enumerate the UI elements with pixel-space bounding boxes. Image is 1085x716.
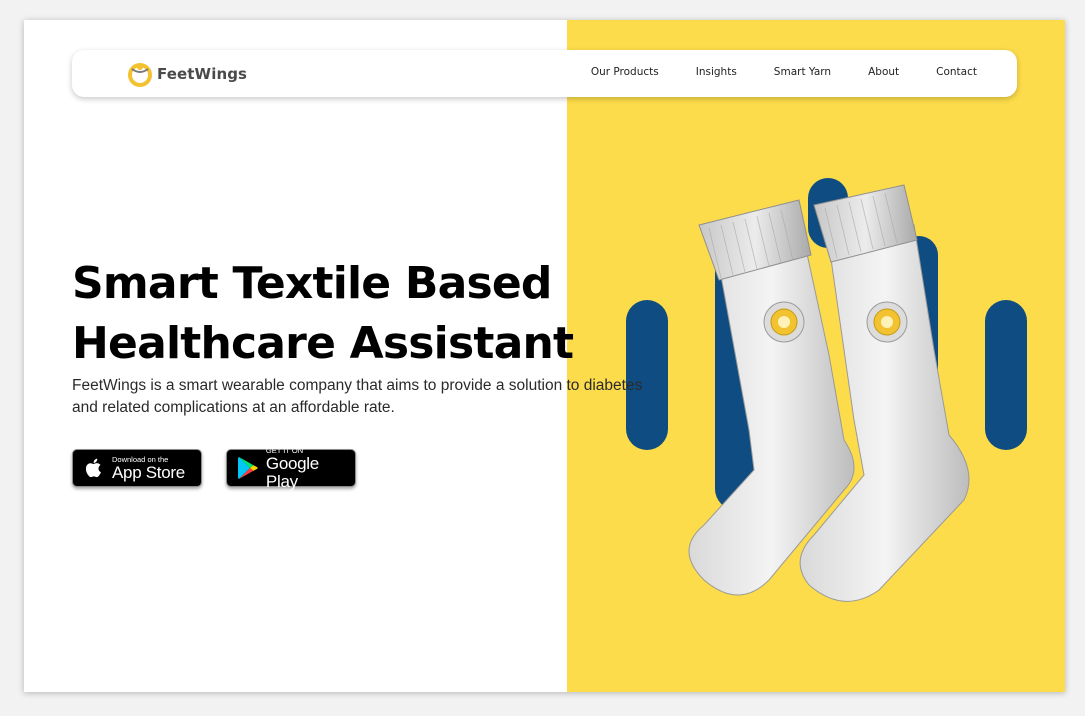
app-store-button[interactable]: Download on the App Store <box>72 449 202 487</box>
app-store-big-label: App Store <box>112 462 185 482</box>
feetwings-logo-icon <box>128 63 152 87</box>
brand-name: FeetWings <box>157 65 248 83</box>
google-play-button[interactable]: GET IT ON Google Play <box>226 446 356 490</box>
apple-icon <box>81 457 107 479</box>
nav-item-insights[interactable]: Insights <box>696 66 737 78</box>
smart-socks-image <box>688 184 970 602</box>
nav-item-smart-yarn[interactable]: Smart Yarn <box>774 66 831 78</box>
landing-page: FeetWings Our Products Insights Smart Ya… <box>24 20 1065 692</box>
hero-description: FeetWings is a smart wearable company th… <box>72 377 643 416</box>
nav-item-about[interactable]: About <box>868 66 899 78</box>
google-play-big-label: Google Play <box>265 453 319 491</box>
hero-title: Smart Textile Based Healthcare Assistant <box>72 254 632 374</box>
google-play-icon <box>235 456 261 480</box>
main-nav: Our Products Insights Smart Yarn About C… <box>554 66 977 78</box>
hero-title-line: Smart Textile Based <box>72 258 552 309</box>
brand-logo[interactable]: FeetWings <box>127 60 247 88</box>
hero-title-line: Healthcare Assistant <box>72 318 574 369</box>
nav-item-our-products[interactable]: Our Products <box>591 66 659 78</box>
nav-item-contact[interactable]: Contact <box>936 66 977 78</box>
top-navbar: FeetWings Our Products Insights Smart Ya… <box>72 50 1017 97</box>
